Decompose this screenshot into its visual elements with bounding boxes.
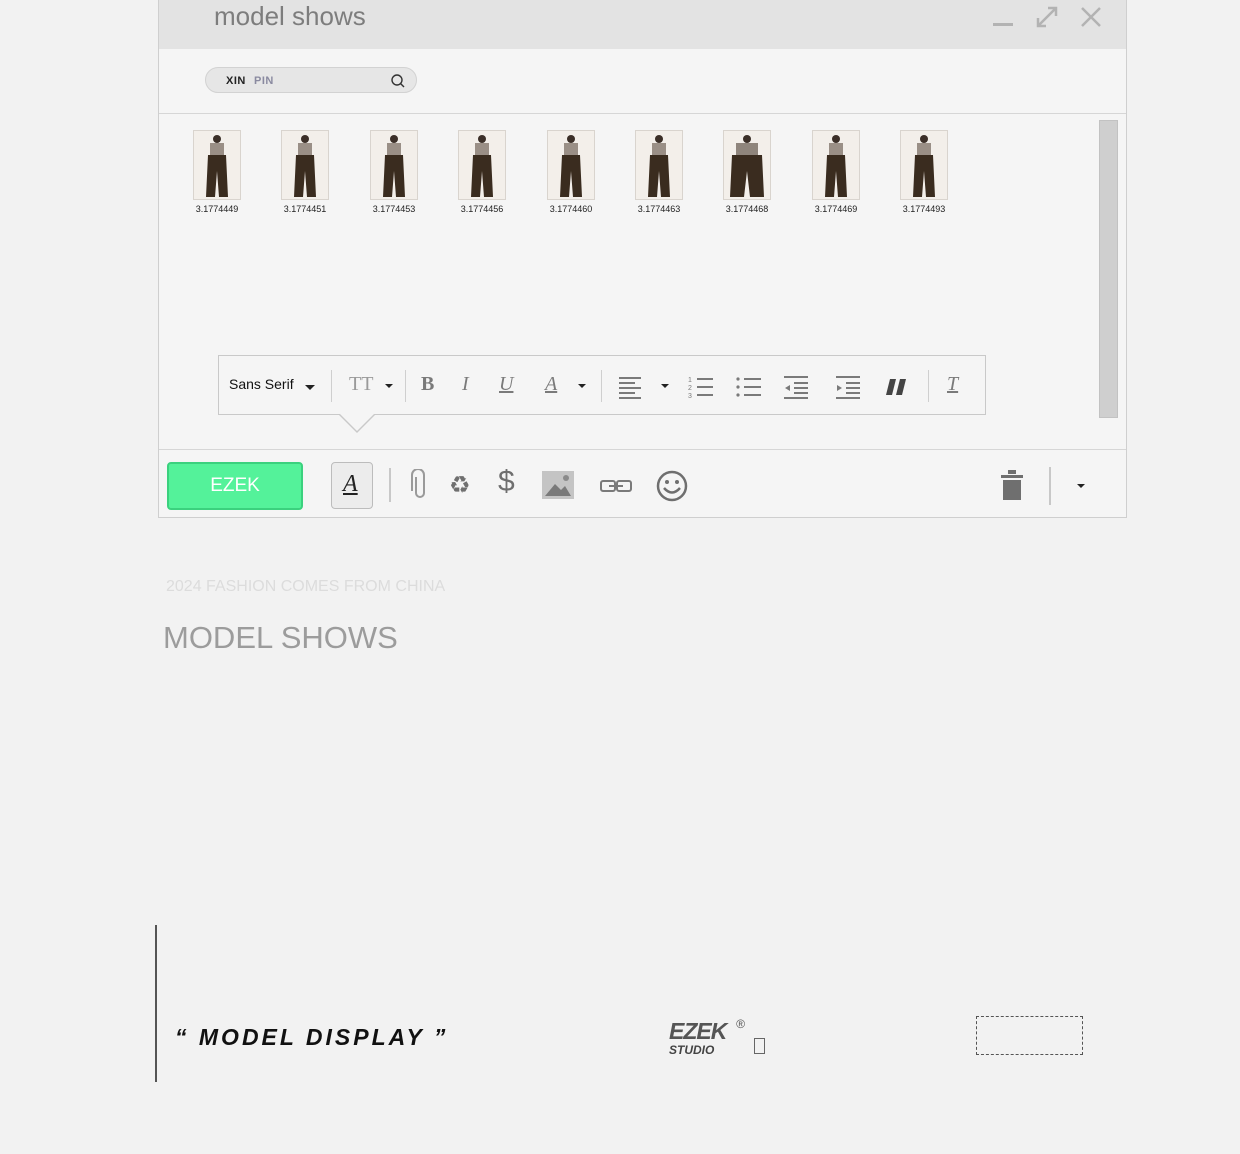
compose-window: model shows XIN PIN 3.1774449 3.1774451 … bbox=[158, 0, 1127, 518]
indent-icon[interactable] bbox=[834, 374, 862, 400]
thumbnail-item[interactable]: 3.1774493 bbox=[899, 130, 949, 214]
model-photo bbox=[812, 130, 860, 200]
thumbnail-item[interactable]: 3.1774463 bbox=[634, 130, 684, 214]
placeholder-box-icon bbox=[754, 1038, 765, 1054]
thumbnail-item[interactable]: 3.1774449 bbox=[192, 130, 242, 214]
thumbnail-caption: 3.1774469 bbox=[814, 204, 858, 214]
format-toggle-label: A bbox=[343, 471, 358, 497]
close-icon[interactable] bbox=[1077, 3, 1105, 31]
link-icon[interactable] bbox=[599, 478, 633, 494]
search-text-primary: XIN bbox=[226, 75, 246, 87]
toolbar-divider bbox=[1049, 467, 1051, 505]
toolbar-divider bbox=[389, 468, 391, 502]
svg-text:1: 1 bbox=[688, 377, 692, 384]
thumbnail-caption: 3.1774456 bbox=[460, 204, 504, 214]
svg-text:♻: ♻ bbox=[449, 472, 471, 498]
chevron-down-icon[interactable] bbox=[577, 382, 587, 390]
chevron-down-icon[interactable] bbox=[303, 382, 317, 392]
model-photo bbox=[900, 130, 948, 200]
model-photo bbox=[723, 130, 771, 200]
thumbnail-item[interactable]: 3.1774468 bbox=[722, 130, 772, 214]
toolbar-divider bbox=[601, 370, 602, 402]
model-photo bbox=[547, 130, 595, 200]
registered-mark: ® bbox=[736, 1017, 745, 1031]
vertical-scrollbar[interactable] bbox=[1099, 120, 1118, 418]
brand-subtitle: STUDIO bbox=[669, 1043, 715, 1057]
toolbar-divider bbox=[405, 370, 406, 402]
chevron-down-icon[interactable] bbox=[1076, 482, 1086, 490]
footer-vertical-line bbox=[155, 925, 157, 1082]
text-color-button[interactable]: A bbox=[545, 373, 557, 396]
outdent-icon[interactable] bbox=[782, 374, 810, 400]
thumbnail-caption: 3.1774463 bbox=[637, 204, 681, 214]
search-input[interactable]: XIN PIN bbox=[205, 67, 417, 93]
toolbar-divider bbox=[928, 370, 929, 402]
italic-button[interactable]: I bbox=[462, 373, 469, 396]
thumbnail-caption: 3.1774451 bbox=[283, 204, 327, 214]
blockquote-icon[interactable] bbox=[885, 377, 909, 397]
model-photo bbox=[370, 130, 418, 200]
send-button[interactable]: EZEK bbox=[167, 462, 303, 510]
toolbar-divider bbox=[331, 370, 332, 402]
thumbnail-caption: 3.1774493 bbox=[902, 204, 946, 214]
maximize-icon[interactable] bbox=[1033, 3, 1061, 31]
search-row: XIN PIN bbox=[159, 49, 1126, 114]
model-photo bbox=[458, 130, 506, 200]
bold-button[interactable]: B bbox=[421, 373, 434, 396]
font-size-button[interactable]: TT bbox=[349, 373, 373, 396]
dollar-icon[interactable]: $ bbox=[498, 465, 515, 499]
thumbnail-item[interactable]: 3.1774460 bbox=[546, 130, 596, 214]
title-bar: model shows bbox=[159, 0, 1126, 49]
thumbnail-caption: 3.1774453 bbox=[372, 204, 416, 214]
thumbnail-caption: 3.1774449 bbox=[195, 204, 239, 214]
format-toggle-button[interactable]: A bbox=[331, 462, 373, 509]
underline-button[interactable]: U bbox=[499, 373, 513, 396]
bullet-list-icon[interactable] bbox=[735, 374, 763, 400]
section-subtitle: 2024 FASHION COMES FROM CHINA bbox=[166, 578, 446, 595]
model-display-heading: “ MODEL DISPLAY ” bbox=[175, 1024, 449, 1050]
ordered-list-icon[interactable]: 123 bbox=[687, 374, 715, 400]
attachment-icon[interactable] bbox=[410, 469, 430, 501]
thumbnail-item[interactable]: 3.1774456 bbox=[457, 130, 507, 214]
model-photo bbox=[193, 130, 241, 200]
search-icon[interactable] bbox=[390, 73, 406, 89]
format-toolbar: Sans Serif TT B I U A 123 T bbox=[218, 355, 986, 433]
trash-icon[interactable] bbox=[1000, 469, 1024, 501]
brand-logo: EZEK ® STUDIO bbox=[669, 1017, 745, 1057]
recycle-icon[interactable]: ♻ bbox=[448, 470, 476, 498]
search-text-secondary: PIN bbox=[254, 75, 274, 87]
svg-text:3: 3 bbox=[688, 393, 692, 400]
thumbnail-item[interactable]: 3.1774451 bbox=[280, 130, 330, 214]
thumbnail-item[interactable]: 3.1774469 bbox=[811, 130, 861, 214]
chevron-down-icon[interactable] bbox=[384, 382, 394, 390]
align-left-icon[interactable] bbox=[617, 374, 643, 400]
model-photo bbox=[281, 130, 329, 200]
toolbar-pointer bbox=[339, 414, 375, 433]
thumbnail-caption: 3.1774460 bbox=[549, 204, 593, 214]
model-photo bbox=[635, 130, 683, 200]
thumbnail-gallery: 3.1774449 3.1774451 3.1774453 3.1774456 … bbox=[159, 114, 1126, 450]
minimize-icon[interactable] bbox=[989, 3, 1017, 31]
thumbnail-caption: 3.1774468 bbox=[725, 204, 769, 214]
dashed-frame bbox=[976, 1016, 1083, 1055]
emoji-icon[interactable] bbox=[656, 470, 688, 502]
brand-name: EZEK bbox=[669, 1018, 727, 1044]
image-icon[interactable] bbox=[541, 470, 575, 500]
chevron-down-icon[interactable] bbox=[660, 382, 670, 390]
thumbnail-item[interactable]: 3.1774453 bbox=[369, 130, 419, 214]
svg-text:2: 2 bbox=[688, 385, 692, 392]
bottom-toolbar: EZEK A ♻ $ bbox=[159, 450, 1126, 518]
clear-format-button[interactable]: T bbox=[947, 373, 958, 396]
font-family-select[interactable]: Sans Serif bbox=[229, 376, 294, 392]
window-title: model shows bbox=[214, 1, 366, 31]
section-title: MODEL SHOWS bbox=[163, 620, 398, 655]
